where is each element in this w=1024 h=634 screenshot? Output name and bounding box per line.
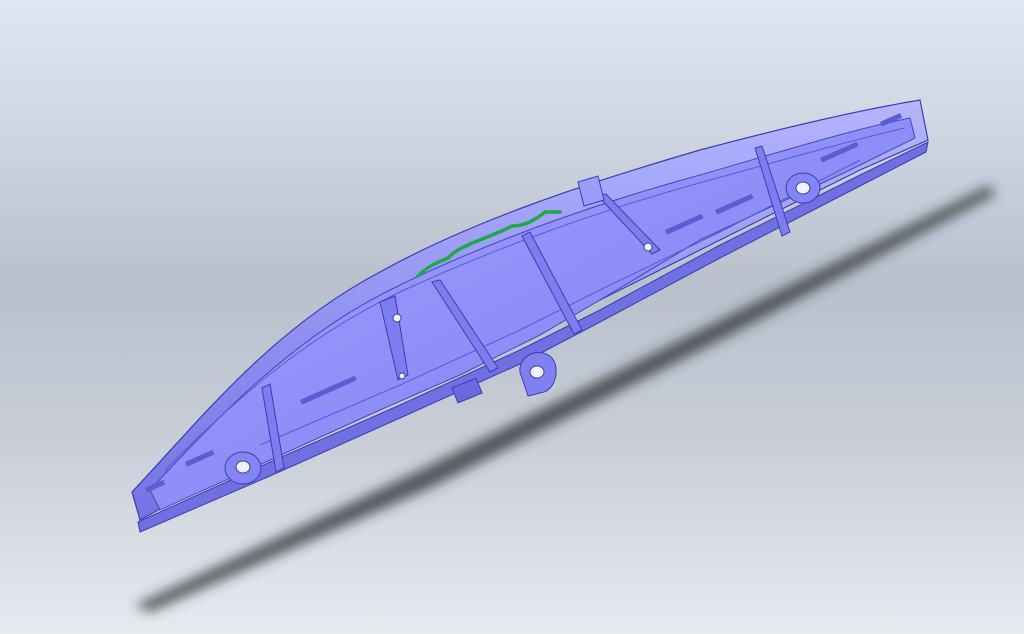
center-hinge-boss[interactable] <box>519 352 557 397</box>
pin-3 <box>643 242 653 252</box>
pin-4 <box>398 372 406 380</box>
model-canvas[interactable] <box>0 0 1024 634</box>
pin-1 <box>392 313 402 323</box>
boss-left[interactable] <box>224 451 262 485</box>
molded-part[interactable] <box>131 99 929 533</box>
boss-right[interactable] <box>785 172 821 204</box>
cad-viewport[interactable] <box>0 0 1024 634</box>
